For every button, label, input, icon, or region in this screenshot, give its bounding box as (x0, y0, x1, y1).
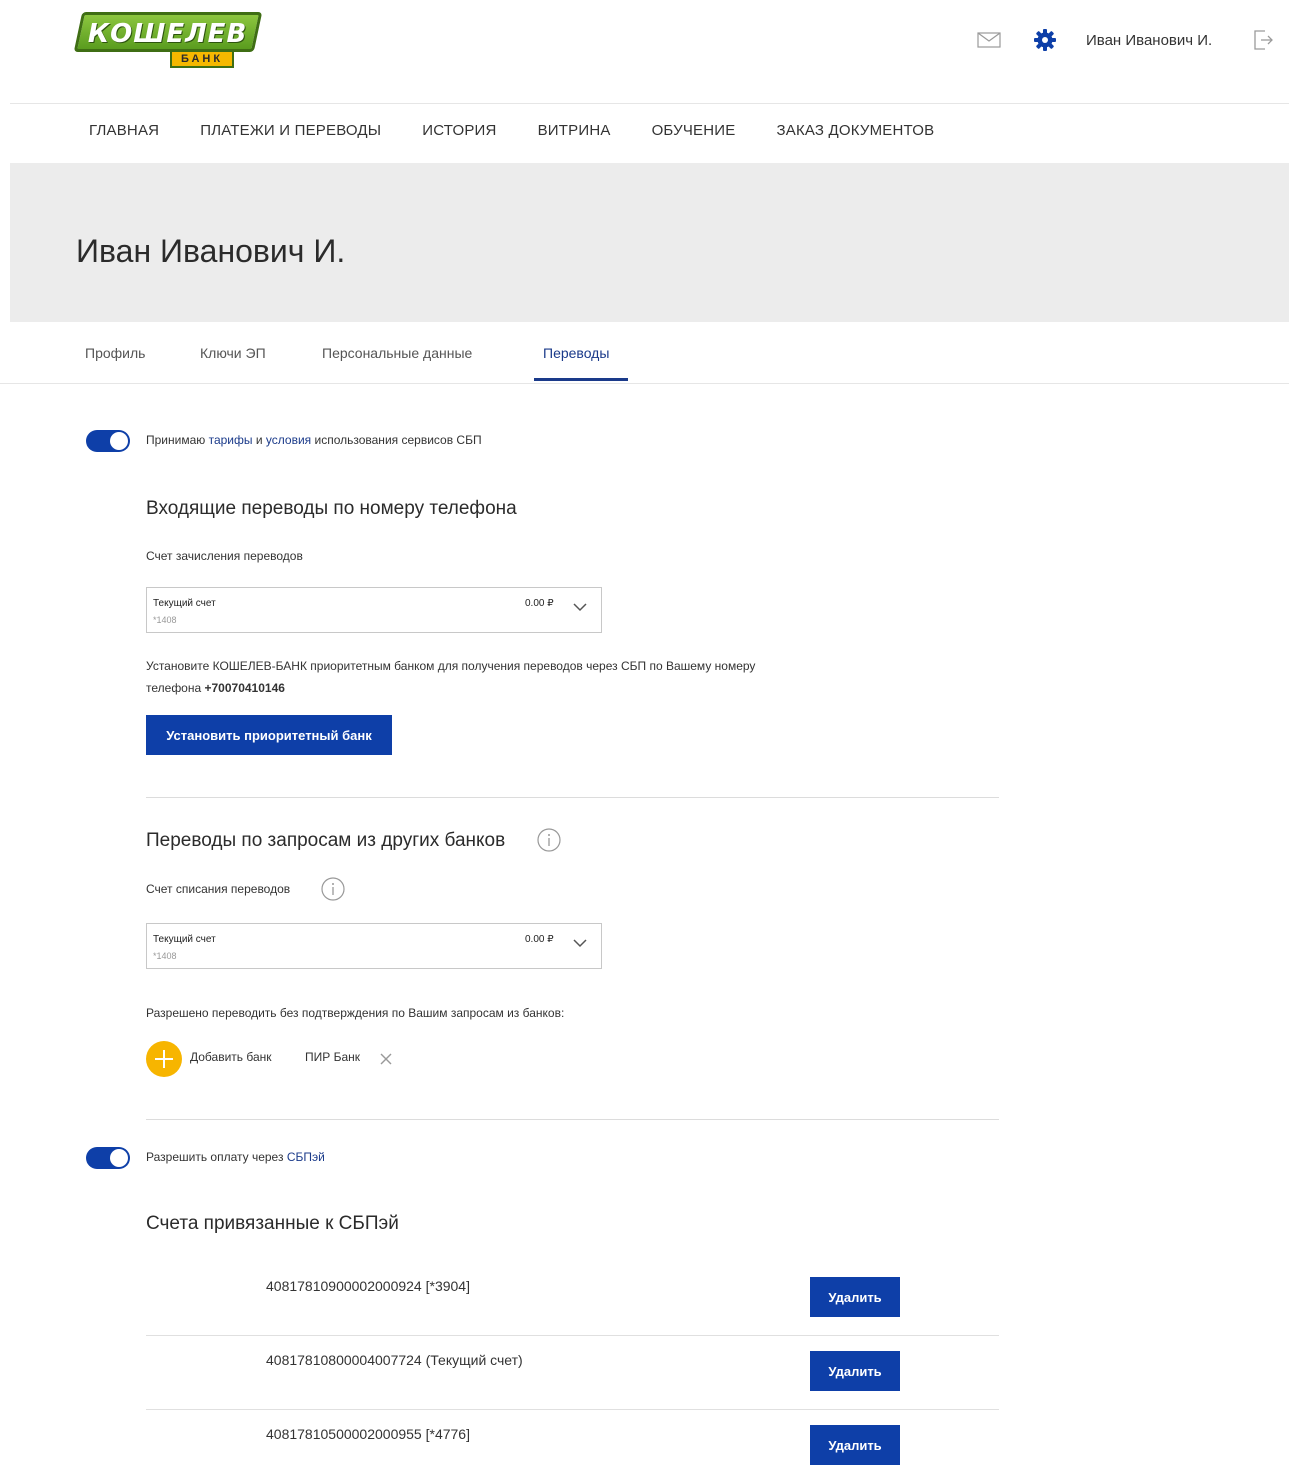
phone-number: +70070410146 (204, 681, 285, 695)
tab-transfers[interactable]: Переводы (543, 345, 609, 361)
tab-keys[interactable]: Ключи ЭП (200, 345, 266, 361)
info-icon-small[interactable] (321, 877, 345, 901)
conditions-link[interactable]: условия (266, 433, 311, 447)
tab-personal-data[interactable]: Персональные данные (322, 345, 472, 361)
add-bank-icon[interactable] (146, 1041, 182, 1077)
sbpay-label: Разрешить оплату через СБПэй (146, 1150, 325, 1164)
header-divider (10, 103, 1289, 104)
account-name: Текущий счет (153, 934, 216, 945)
chevron-down-icon (573, 603, 587, 612)
sbpay-toggle[interactable] (86, 1147, 130, 1169)
close-icon[interactable] (380, 1053, 392, 1065)
mail-icon[interactable] (977, 32, 1001, 48)
sbp-terms-toggle[interactable] (86, 430, 130, 452)
header: КОШЕЛЕВ БАНК Иван Иванович И. (0, 0, 1289, 103)
tab-profile[interactable]: Профиль (85, 345, 145, 361)
toggle-knob (110, 1149, 128, 1167)
nav-item-learning[interactable]: ОБУЧЕНИЕ (652, 122, 736, 139)
account-number: *1408 (153, 951, 177, 961)
list-item: 40817810800004007724 (Текущий счет) Удал… (146, 1336, 999, 1410)
tariffs-link[interactable]: тарифы (209, 433, 253, 447)
nav-item-documents[interactable]: ЗАКАЗ ДОКУМЕНТОВ (776, 122, 934, 139)
nav-item-payments[interactable]: ПЛАТЕЖИ И ПЕРЕВОДЫ (200, 122, 381, 139)
priority-bank-hint: Установите КОШЕЛЕВ-БАНК приоритетным бан… (146, 655, 906, 699)
page-title: Иван Иванович И. (76, 233, 346, 269)
set-priority-bank-button[interactable]: Установить приоритетный банк (146, 715, 392, 755)
logo-text: КОШЕЛЕВ (87, 19, 248, 49)
bank-chip-label: ПИР Банк (305, 1050, 361, 1064)
logo-subtext: БАНК (170, 52, 234, 68)
header-user-name[interactable]: Иван Иванович И. (1086, 32, 1212, 49)
sbpay-label-text: Разрешить оплату через (146, 1150, 287, 1164)
main-nav: ГЛАВНАЯ ПЛАТЕЖИ И ПЕРЕВОДЫ ИСТОРИЯ ВИТРИ… (89, 122, 975, 139)
account-number: *1408 (153, 615, 177, 625)
account-balance: 0.00 ₽ (525, 598, 554, 609)
delete-button[interactable]: Удалить (810, 1425, 900, 1465)
account-number: 40817810500002000955 [*4776] (266, 1426, 470, 1442)
incoming-section-title: Входящие переводы по номеру телефона (146, 498, 517, 519)
allowed-banks-label: Разрешено переводить без подтверждения п… (146, 1006, 565, 1020)
hint-line-1: Установите КОШЕЛЕВ-БАНК приоритетным бан… (146, 659, 756, 673)
gear-icon[interactable] (1033, 28, 1057, 52)
nav-item-showcase[interactable]: ВИТРИНА (538, 122, 611, 139)
requests-account-label: Счет списания переводов (146, 882, 291, 896)
section-divider (146, 1119, 999, 1120)
sbp-terms-text-and: и (252, 433, 266, 447)
account-balance: 0.00 ₽ (525, 934, 554, 945)
account-number: 40817810800004007724 (Текущий счет) (266, 1352, 523, 1368)
account-name: Текущий счет (153, 598, 216, 609)
nav-item-history[interactable]: ИСТОРИЯ (422, 122, 496, 139)
requests-section-title: Переводы по запросам из других банков (146, 830, 506, 851)
list-item: 40817810900002000924 [*3904] Удалить (146, 1262, 999, 1336)
incoming-account-label: Счет зачисления переводов (146, 549, 303, 563)
requests-account-select[interactable]: Текущий счет *1408 0.00 ₽ (146, 923, 602, 969)
active-tab-indicator (534, 378, 628, 381)
sbpay-accounts-title: Счета привязанные к СБПэй (146, 1213, 399, 1234)
logout-icon[interactable] (1252, 28, 1274, 52)
sbp-terms-label: Принимаю тарифы и условия использования … (146, 433, 482, 447)
info-icon[interactable] (537, 828, 561, 852)
section-divider (146, 797, 999, 798)
delete-button[interactable]: Удалить (810, 1277, 900, 1317)
chevron-down-icon (573, 939, 587, 948)
sbp-terms-text-end: использования сервисов СБП (311, 433, 482, 447)
nav-item-home[interactable]: ГЛАВНАЯ (89, 122, 159, 139)
account-number: 40817810900002000924 [*3904] (266, 1278, 470, 1294)
profile-tabs: Профиль Ключи ЭП Персональные данные Пер… (0, 322, 1289, 384)
sbpay-link[interactable]: СБПэй (287, 1150, 325, 1164)
delete-button[interactable]: Удалить (810, 1351, 900, 1391)
profile-banner: Иван Иванович И. (10, 163, 1289, 322)
incoming-account-select[interactable]: Текущий счет *1408 0.00 ₽ (146, 587, 602, 633)
bank-logo[interactable]: КОШЕЛЕВ БАНК (73, 12, 263, 72)
sbp-terms-text: Принимаю (146, 433, 209, 447)
list-item: 40817810500002000955 [*4776] Удалить (146, 1410, 999, 1474)
toggle-knob (110, 432, 128, 450)
hint-line-2: телефона (146, 681, 205, 695)
add-bank-button[interactable]: Добавить банк (190, 1050, 272, 1064)
